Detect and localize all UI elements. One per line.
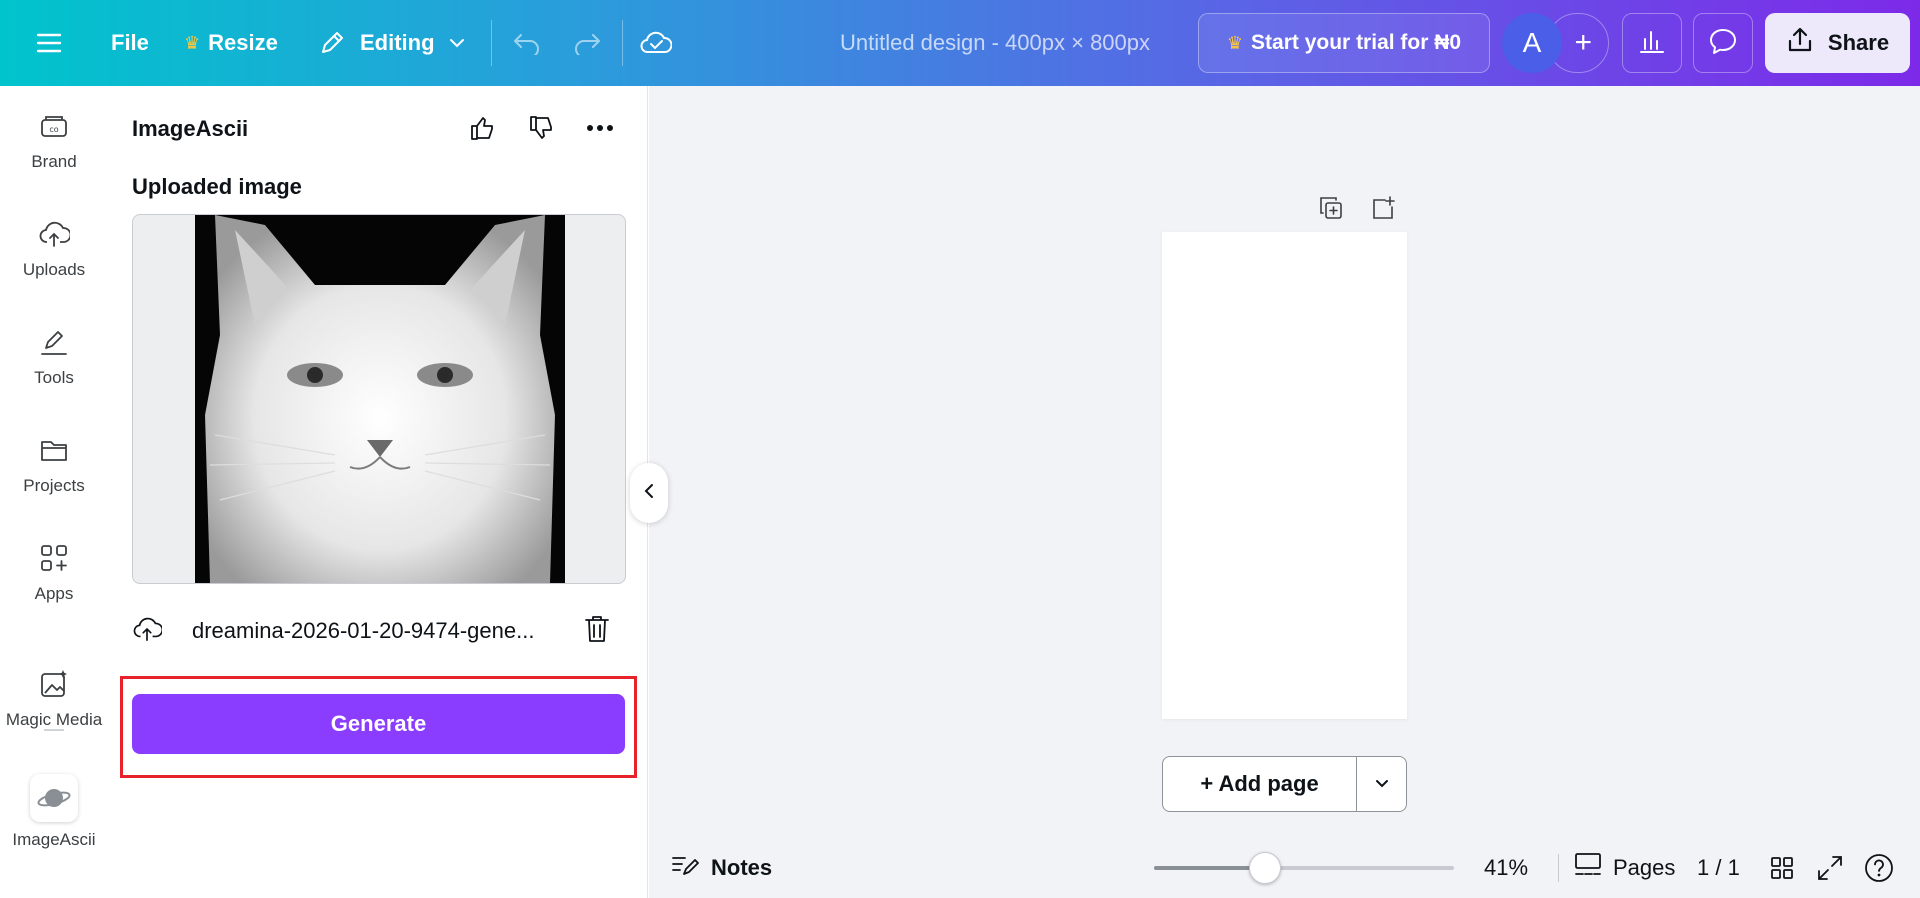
comment-icon	[1708, 27, 1738, 60]
rail-label: Projects	[23, 476, 85, 495]
brand-icon: co	[38, 106, 70, 146]
canvas-area: + Add page	[649, 86, 1920, 898]
rail-label: Magic Media	[5, 710, 103, 729]
add-page-icon[interactable]	[1366, 190, 1402, 226]
bottom-bar: Notes 41% Pages 1 / 1	[649, 838, 1920, 898]
add-page-control: + Add page	[1162, 756, 1407, 812]
thumbs-down-icon[interactable]	[523, 110, 559, 146]
zoom-level[interactable]: 41%	[1484, 838, 1528, 898]
top-toolbar: File ♛ Resize Editing Untitled design - …	[0, 0, 1920, 86]
resize-button[interactable]: ♛ Resize	[184, 0, 278, 86]
editing-mode-dropdown[interactable]: Editing	[318, 0, 465, 86]
uploaded-image-heading: Uploaded image	[132, 174, 302, 199]
plus-icon: +	[1574, 26, 1592, 59]
uploaded-file-row: dreamina-2026-01-20-9474-gene...	[132, 606, 626, 656]
svg-text:co: co	[49, 125, 58, 134]
pages-icon	[1573, 851, 1603, 885]
start-trial-button[interactable]: ♛ Start your trial for ₦0	[1198, 13, 1490, 73]
generate-button[interactable]: Generate	[132, 694, 625, 754]
redo-icon[interactable]	[572, 0, 602, 86]
resize-label: Resize	[208, 30, 278, 55]
rail-label: ImageAscii	[12, 830, 96, 849]
rail-item-apps[interactable]: Apps	[0, 538, 108, 604]
toolbar-divider	[622, 20, 623, 66]
rail-label: Tools	[34, 368, 74, 387]
rail-item-tools[interactable]: Tools	[0, 322, 108, 388]
collapse-panel-button[interactable]	[630, 463, 668, 523]
notes-label: Notes	[711, 855, 773, 880]
duplicate-page-icon[interactable]	[1313, 190, 1349, 226]
add-page-dropdown[interactable]	[1357, 757, 1406, 811]
rail-item-magic-media[interactable]: Magic Media	[0, 664, 108, 730]
share-upload-icon	[1786, 26, 1814, 60]
pen-tool-icon	[38, 322, 70, 362]
chevron-left-icon	[644, 483, 654, 504]
analytics-button[interactable]	[1622, 13, 1682, 73]
cloud-saved-icon[interactable]	[640, 0, 672, 86]
rail-label: Brand	[31, 152, 77, 171]
trash-icon[interactable]	[584, 614, 610, 649]
fullscreen-icon[interactable]	[1816, 838, 1844, 898]
grid-view-icon[interactable]	[1769, 838, 1795, 898]
rail-item-uploads[interactable]: Uploads	[0, 214, 108, 280]
editing-label: Editing	[360, 30, 435, 55]
panel-title: ImageAscii	[132, 116, 249, 141]
share-label: Share	[1827, 30, 1890, 55]
uploaded-image-preview[interactable]	[132, 214, 626, 584]
planet-icon	[30, 774, 78, 822]
thumbs-up-icon[interactable]	[464, 110, 500, 146]
file-label: File	[111, 30, 149, 55]
document-title[interactable]: Untitled design - 400px × 800px	[800, 0, 1190, 86]
comments-button[interactable]	[1693, 13, 1753, 73]
file-name: dreamina-2026-01-20-9474-gene...	[192, 618, 535, 643]
pencil-icon	[318, 29, 346, 57]
undo-icon[interactable]	[512, 0, 542, 86]
rail-item-projects[interactable]: Projects	[0, 430, 108, 496]
zoom-slider-handle[interactable]	[1249, 852, 1281, 884]
bar-chart-icon	[1638, 27, 1666, 60]
avatar[interactable]: A	[1502, 13, 1562, 73]
notes-button[interactable]: Notes	[671, 838, 772, 898]
rail-item-brand[interactable]: co Brand	[0, 106, 108, 172]
zoom-slider[interactable]	[1154, 852, 1454, 884]
generate-highlight: Generate	[120, 676, 637, 778]
bottom-divider	[1558, 854, 1559, 882]
chevron-down-icon	[449, 38, 465, 48]
crown-icon: ♛	[1226, 32, 1244, 53]
chevron-down-icon	[1375, 775, 1389, 793]
cloud-upload-icon	[38, 214, 70, 254]
trial-label: Start your trial for ₦0	[1251, 31, 1462, 54]
toolbar-divider	[491, 20, 492, 66]
help-icon[interactable]	[1863, 838, 1895, 898]
notes-icon	[671, 853, 699, 883]
magic-media-icon	[38, 664, 70, 704]
hamburger-menu-icon[interactable]	[36, 0, 62, 86]
left-nav-rail: co Brand Uploads Tools Projects Apps Mag…	[0, 86, 108, 898]
app-side-panel: ImageAscii Uploaded image dreamina-2026-…	[108, 86, 648, 898]
design-page[interactable]	[1162, 232, 1407, 719]
crown-icon: ♛	[184, 32, 201, 53]
cloud-upload-icon	[132, 616, 164, 647]
pages-button[interactable]: Pages	[1573, 838, 1675, 898]
add-page-button[interactable]: + Add page	[1163, 757, 1357, 811]
rail-label: Uploads	[22, 260, 86, 279]
folder-icon	[38, 430, 70, 470]
rail-item-imageascii[interactable]: ImageAscii	[0, 774, 108, 850]
page-counter[interactable]: 1 / 1	[1697, 838, 1740, 898]
more-options-icon[interactable]	[582, 110, 618, 146]
cat-image	[195, 215, 565, 583]
rail-label: Apps	[34, 584, 74, 603]
file-menu-button[interactable]: File	[111, 0, 149, 86]
share-button[interactable]: Share	[1765, 13, 1910, 73]
apps-grid-icon	[38, 538, 70, 578]
pages-label: Pages	[1613, 855, 1676, 880]
